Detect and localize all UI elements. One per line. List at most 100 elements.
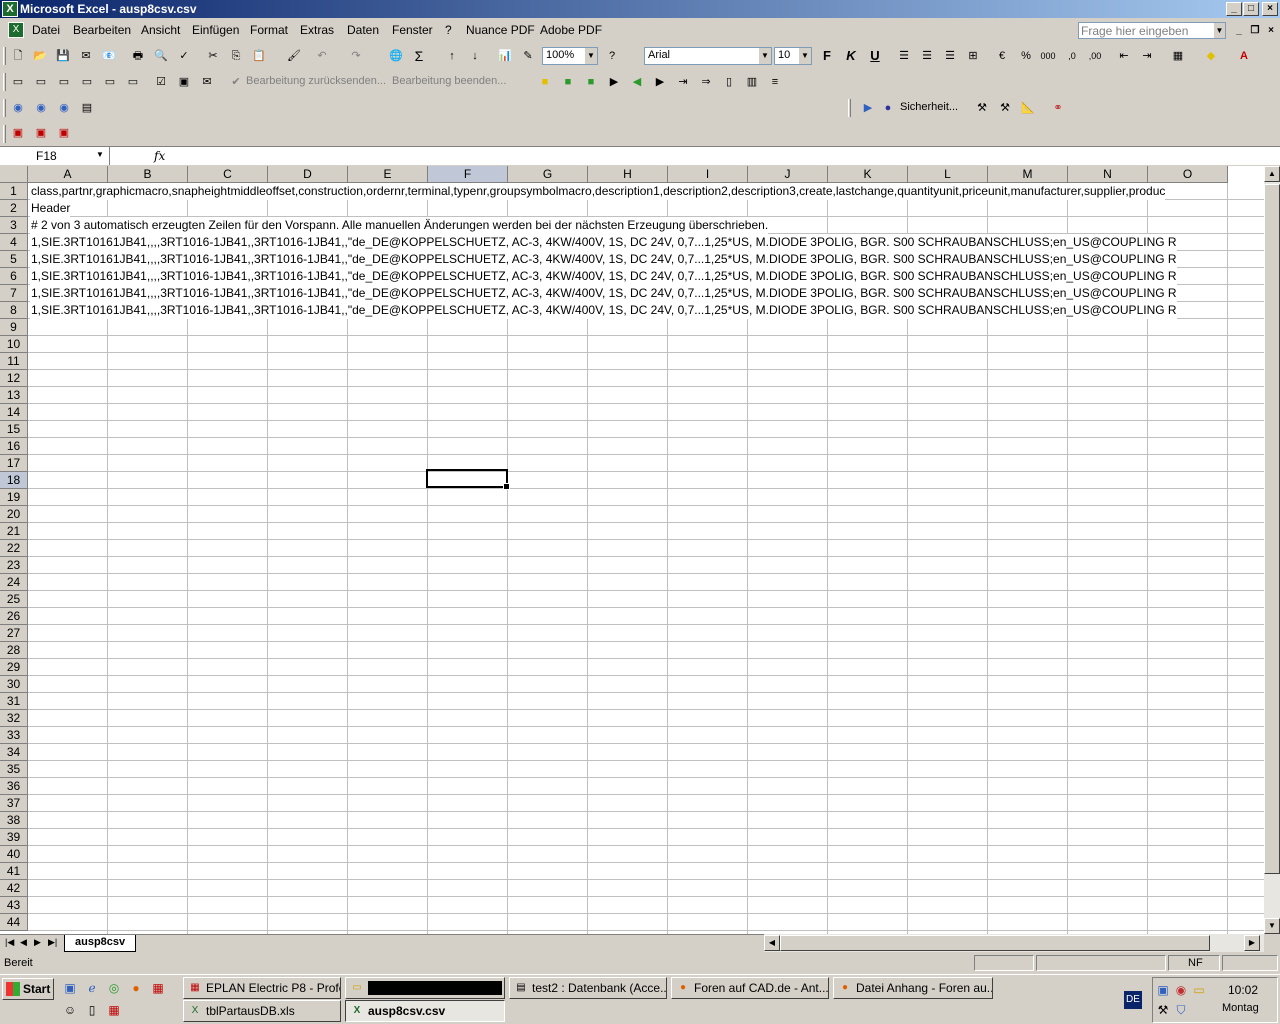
cell-a5[interactable]: 1,SIE.3RT10161JB41,,,,3RT1016-1JB41,,3RT… (30, 251, 1177, 268)
row-header-3[interactable]: 3 (0, 217, 28, 234)
user-icon[interactable]: ☺ (62, 1002, 78, 1018)
record-icon[interactable]: ● (880, 100, 896, 116)
menu-einfuegen[interactable]: Einfügen (192, 23, 239, 37)
cell-a4[interactable]: 1,SIE.3RT10161JB41,,,,3RT1016-1JB41,,3RT… (30, 234, 1177, 251)
column-header-o[interactable]: O (1148, 166, 1228, 183)
active-cell-f18[interactable] (426, 469, 510, 490)
menu-daten[interactable]: Daten (347, 23, 379, 37)
row-header-44[interactable]: 44 (0, 914, 28, 931)
menu-fenster[interactable]: Fenster (392, 23, 433, 37)
comment-icon[interactable]: ▭ (10, 74, 26, 90)
doc-minimize-button[interactable]: _ (1232, 24, 1246, 37)
merge-icon[interactable]: ⇥ (675, 74, 691, 90)
row-header-29[interactable]: 29 (0, 659, 28, 676)
menu-adobe-pdf[interactable]: Adobe PDF (540, 23, 602, 37)
spellcheck-icon[interactable]: ✓ (176, 48, 192, 64)
menu-help[interactable]: ? (445, 23, 452, 37)
row-header-6[interactable]: 6 (0, 268, 28, 285)
column-header-f[interactable]: F (428, 166, 508, 183)
highlight-icon[interactable]: ■ (537, 74, 553, 90)
sort-ascending-icon[interactable]: ↑ (444, 48, 460, 64)
firefox-icon[interactable]: ● (128, 980, 144, 996)
row-header-37[interactable]: 37 (0, 795, 28, 812)
row-header-2[interactable]: 2 (0, 200, 28, 217)
cell-a2[interactable]: Header (30, 200, 71, 217)
permission-icon[interactable]: ✉ (78, 48, 94, 64)
shield-icon[interactable]: ⛉ (1173, 1002, 1189, 1018)
column-header-j[interactable]: J (748, 166, 828, 183)
tools-icon[interactable]: ⚒ (997, 100, 1013, 116)
row-header-19[interactable]: 19 (0, 489, 28, 506)
cell-a3[interactable]: # 2 von 3 automatisch erzeugten Zeilen f… (30, 217, 769, 234)
column-header-d[interactable]: D (268, 166, 348, 183)
task-firefox-2[interactable]: ● Datei Anhang - Foren au... (833, 977, 993, 999)
cell-a6[interactable]: 1,SIE.3RT10161JB41,,,,3RT1016-1JB41,,3RT… (30, 268, 1177, 285)
row-header-17[interactable]: 17 (0, 455, 28, 472)
worksheet-grid[interactable]: ABCDEFGHIJKLMNO 1 2 3 4 5 6 7 8 9 10 11 12 13 14 15 16 1… (0, 166, 1264, 934)
row-header-14[interactable]: 14 (0, 404, 28, 421)
row-header-36[interactable]: 36 (0, 778, 28, 795)
font-dropdown-icon[interactable]: ▼ (759, 48, 771, 64)
column-header-h[interactable]: H (588, 166, 668, 183)
column-header-n[interactable]: N (1068, 166, 1148, 183)
close-button[interactable]: × (1262, 2, 1278, 16)
pdf-review-icon[interactable]: ▣ (56, 125, 72, 141)
align-center-icon[interactable]: ☰ (919, 48, 935, 64)
task-eplan[interactable]: ▦ EPLAN Electric P8 - Profe... (183, 977, 341, 999)
decrease-indent-icon[interactable]: ⇤ (1116, 48, 1132, 64)
scroll-down-icon[interactable]: ▼ (1264, 918, 1280, 934)
font-size-dropdown-icon[interactable]: ▼ (799, 48, 811, 64)
row-header-30[interactable]: 30 (0, 676, 28, 693)
email-icon[interactable]: 📧 (101, 48, 117, 64)
row-header-33[interactable]: 33 (0, 727, 28, 744)
next-comment-icon[interactable]: ▭ (56, 74, 72, 90)
row-header-35[interactable]: 35 (0, 761, 28, 778)
fill-color-icon[interactable]: ◆ (1203, 48, 1219, 64)
row-header-9[interactable]: 9 (0, 319, 28, 336)
row-header-12[interactable]: 12 (0, 370, 28, 387)
network-icon[interactable]: ▣ (1155, 982, 1171, 998)
row-header-21[interactable]: 21 (0, 523, 28, 540)
copy-icon[interactable]: ⎘ (228, 48, 244, 64)
undo-icon[interactable]: ↶ (314, 48, 330, 64)
task-tblpartausdb[interactable]: X tblPartausDB.xls (183, 1000, 341, 1022)
column-header-b[interactable]: B (108, 166, 188, 183)
refresh-icon[interactable]: ◉ (56, 100, 72, 116)
task-folder[interactable]: ▭ (345, 977, 505, 999)
row-header-24[interactable]: 24 (0, 574, 28, 591)
open-icon[interactable]: 📂 (32, 48, 48, 64)
move-icon[interactable]: ⇒ (698, 74, 714, 90)
row-header-5[interactable]: 5 (0, 251, 28, 268)
send-icon[interactable]: ✉ (199, 74, 215, 90)
menu-format[interactable]: Format (250, 23, 288, 37)
align-left-icon[interactable]: ☰ (896, 48, 912, 64)
column-header-a[interactable]: A (28, 166, 108, 183)
row-header-4[interactable]: 4 (0, 234, 28, 251)
minimize-button[interactable]: _ (1226, 2, 1242, 16)
row-header-25[interactable]: 25 (0, 591, 28, 608)
insert-left-icon[interactable]: ◀ (629, 74, 645, 90)
start-button[interactable]: Start (2, 978, 54, 1000)
prev-comment-icon[interactable]: ▭ (33, 74, 49, 90)
row-header-31[interactable]: 31 (0, 693, 28, 710)
horizontal-scroll-thumb[interactable] (780, 935, 1210, 951)
column-header-e[interactable]: E (348, 166, 428, 183)
first-sheet-icon[interactable]: |◀ (5, 937, 14, 948)
row-header-18[interactable]: 18 (0, 472, 28, 489)
columns-icon[interactable]: ▥ (744, 74, 760, 90)
book-icon[interactable]: ▯ (721, 74, 737, 90)
document-icon[interactable]: X (8, 22, 24, 38)
underline-button[interactable]: U (866, 48, 884, 63)
form-icon[interactable]: ■ (560, 74, 576, 90)
excel-app-icon[interactable]: X (2, 1, 18, 17)
menu-extras[interactable]: Extras (300, 23, 334, 37)
row-header-39[interactable]: 39 (0, 829, 28, 846)
eplan-quick-icon[interactable]: ▦ (150, 980, 166, 996)
drawing-icon[interactable]: ✎ (520, 48, 536, 64)
cut-icon[interactable]: ✂ (205, 48, 221, 64)
row-header-22[interactable]: 22 (0, 540, 28, 557)
column-header-k[interactable]: K (828, 166, 908, 183)
design-mode-icon[interactable]: 📐 (1020, 100, 1036, 116)
help-dropdown-icon[interactable]: ▼ (1214, 23, 1225, 38)
delete-comment-icon[interactable]: ▭ (125, 74, 141, 90)
